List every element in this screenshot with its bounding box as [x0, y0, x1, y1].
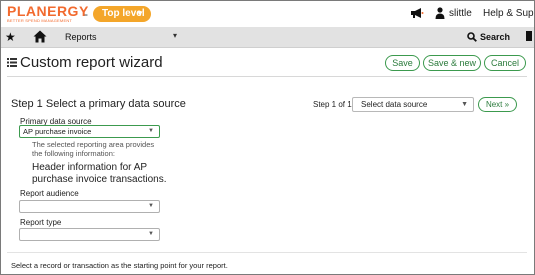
- cancel-button[interactable]: Cancel: [484, 55, 526, 71]
- chevron-down-icon: ▼: [136, 9, 144, 18]
- header-separator: -: [84, 7, 88, 21]
- bookmark-icon[interactable]: [526, 31, 532, 41]
- page-title: Custom report wizard: [20, 54, 163, 71]
- username-link[interactable]: slittle: [449, 8, 472, 19]
- nav-reports-menu[interactable]: Reports: [65, 32, 97, 42]
- list-icon: [7, 58, 17, 67]
- nav-search-link[interactable]: Search: [480, 32, 510, 42]
- chevron-down-icon: ▼: [148, 203, 154, 209]
- planergy-logo[interactable]: PLANERGY BETTER SPEND MANAGEMENT: [7, 4, 89, 23]
- primary-source-value: AP purchase invoice: [23, 127, 92, 136]
- app-window: PLANERGY BETTER SPEND MANAGEMENT - Top l…: [0, 0, 535, 275]
- footer-hint: Select a record or transaction as the st…: [11, 261, 228, 270]
- user-icon[interactable]: [435, 7, 445, 19]
- primary-source-select[interactable]: AP purchase invoice ▼: [19, 125, 160, 138]
- save-button[interactable]: Save: [385, 55, 420, 71]
- chevron-down-icon: ▼: [461, 101, 468, 108]
- next-button[interactable]: Next »: [478, 97, 517, 112]
- org-level-selector[interactable]: Top level ▼: [93, 6, 151, 22]
- home-icon[interactable]: [33, 30, 47, 43]
- step-heading: Step 1 Select a primary data source: [11, 98, 186, 110]
- step-data-source-value: Select data source: [361, 100, 428, 109]
- step-data-source-select[interactable]: Select data source ▼: [352, 97, 474, 112]
- chevron-down-icon[interactable]: ▾: [173, 31, 177, 40]
- search-icon[interactable]: [467, 32, 477, 42]
- chevron-down-icon: ▼: [148, 128, 154, 134]
- report-audience-select[interactable]: ▼: [19, 200, 160, 213]
- step-counter: Step 1 of 12: [313, 100, 357, 109]
- report-type-label: Report type: [20, 218, 62, 227]
- report-type-select[interactable]: ▼: [19, 228, 160, 241]
- main-navbar: ★ Reports ▾ Search: [1, 27, 534, 48]
- megaphone-icon[interactable]: [410, 7, 424, 19]
- save-and-new-button[interactable]: Save & new: [423, 55, 481, 71]
- source-detail: Header information for AP purchase invoi…: [32, 162, 167, 185]
- top-header: PLANERGY BETTER SPEND MANAGEMENT - Top l…: [1, 1, 534, 27]
- favorites-star-icon[interactable]: ★: [5, 30, 16, 44]
- report-audience-label: Report audience: [20, 189, 79, 198]
- chevron-down-icon: ▼: [148, 231, 154, 237]
- footer-divider: [7, 252, 527, 253]
- title-divider: [7, 76, 527, 77]
- logo-text: PLANERGY: [7, 3, 89, 19]
- source-description: The selected reporting area provides the…: [32, 140, 155, 158]
- help-support-link[interactable]: Help & Support: [483, 8, 534, 19]
